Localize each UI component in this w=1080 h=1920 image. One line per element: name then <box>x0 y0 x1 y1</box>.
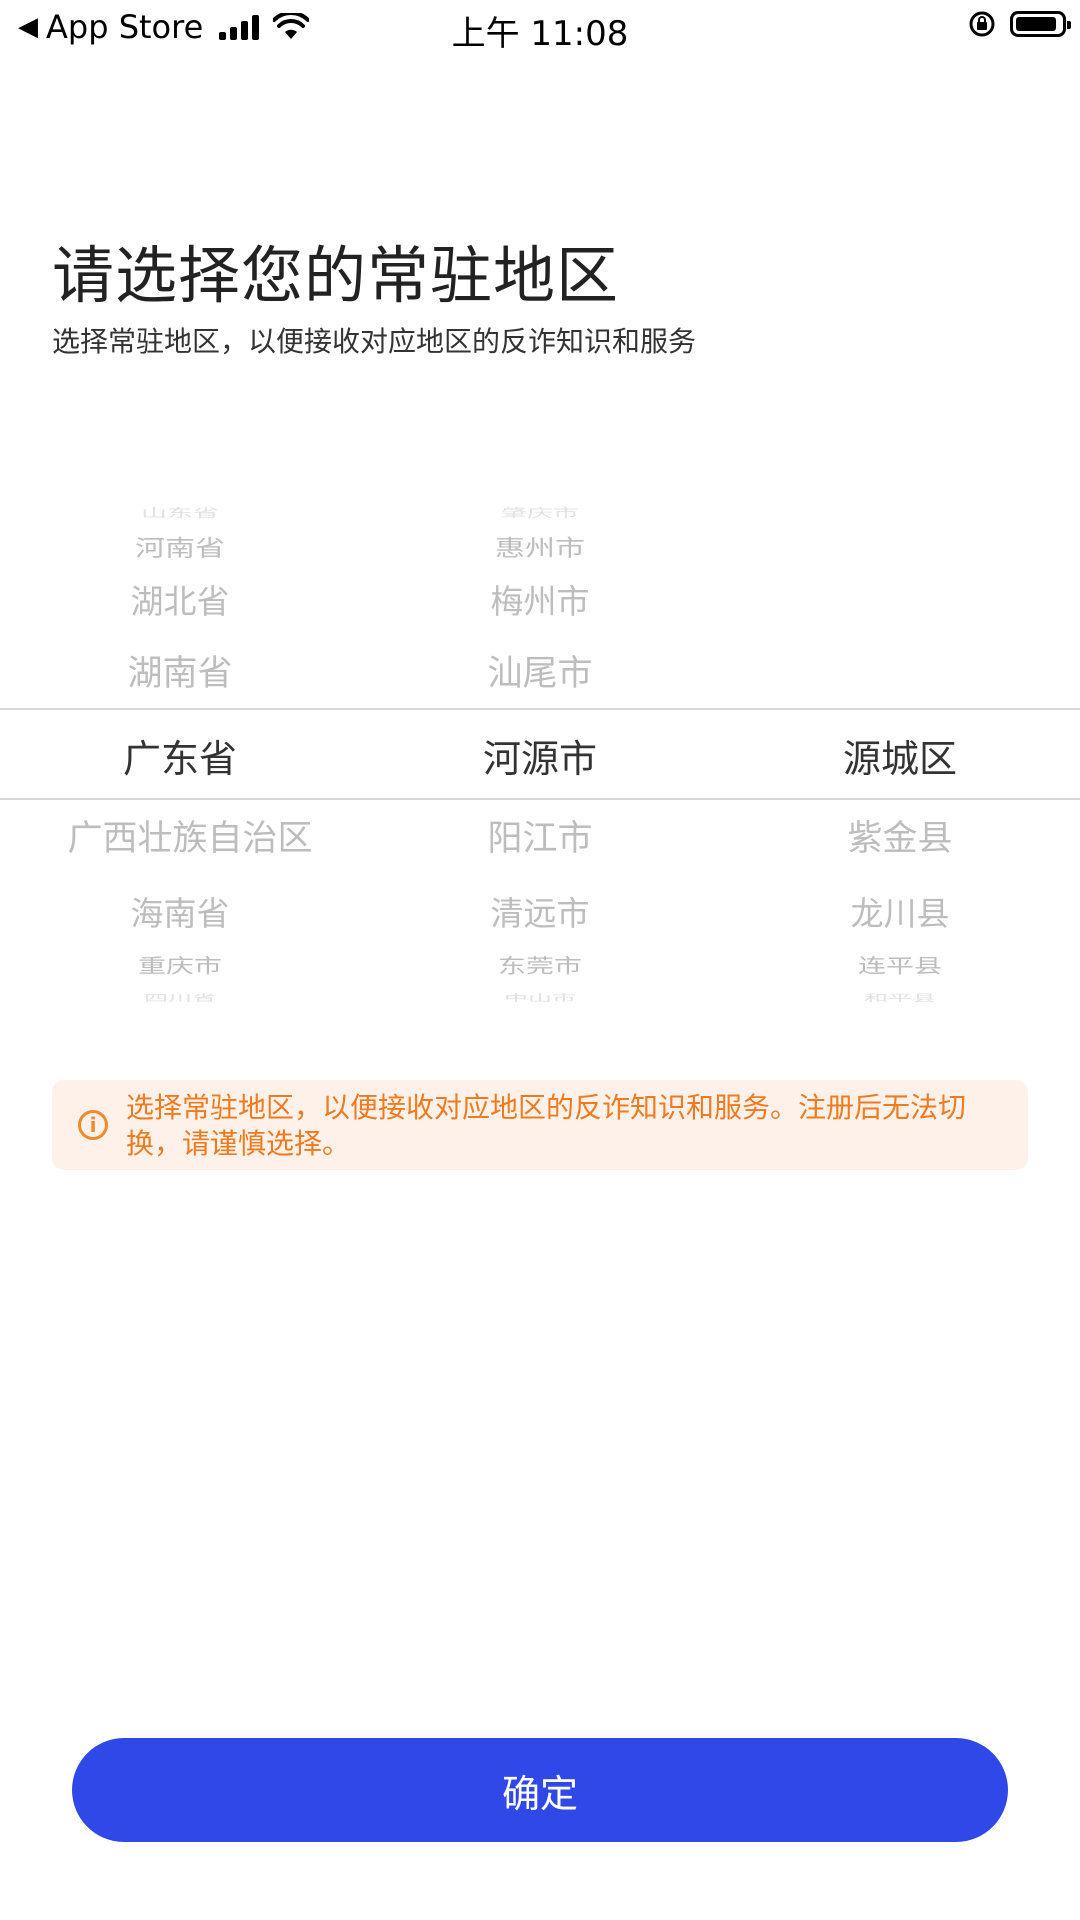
notice-banner: i 选择常驻地区，以便接收对应地区的反诈知识和服务。注册后无法切换，请谨慎选择。 <box>52 1080 1028 1170</box>
city-option[interactable]: 东莞市 <box>360 951 720 979</box>
province-option[interactable]: 重庆市 <box>0 951 360 979</box>
district-option[interactable]: 和平县 <box>720 991 1080 1002</box>
info-icon: i <box>78 1110 108 1140</box>
district-option[interactable]: 紫金县 <box>720 810 1080 861</box>
province-option[interactable]: 山东省 <box>0 504 360 521</box>
status-right <box>968 10 1071 38</box>
city-option[interactable]: 清远市 <box>360 887 720 935</box>
district-option[interactable]: 龙川县 <box>720 887 1080 935</box>
province-option[interactable]: 湖北省 <box>0 575 360 623</box>
province-selected[interactable]: 广东省 <box>0 728 360 783</box>
notice-text: 选择常驻地区，以便接收对应地区的反诈知识和服务。注册后无法切换，请谨慎选择。 <box>126 1091 967 1160</box>
province-column[interactable]: 山东省 河南省 湖北省 湖南省 广东省 广西壮族自治区 海南省 重庆市 四川省 <box>0 490 360 1002</box>
city-option[interactable]: 梅州市 <box>360 575 720 623</box>
battery-icon <box>1010 11 1071 37</box>
page-subtitle: 选择常驻地区，以便接收对应地区的反诈知识和服务 <box>52 325 697 358</box>
province-option[interactable]: 湖南省 <box>0 645 360 696</box>
region-picker[interactable]: 山东省 河南省 湖北省 湖南省 广东省 广西壮族自治区 海南省 重庆市 四川省 … <box>0 490 1080 1002</box>
district-option[interactable]: 连平县 <box>720 951 1080 979</box>
city-option[interactable]: 肇庆市 <box>360 504 720 521</box>
city-option[interactable]: 中山市 <box>360 991 720 1002</box>
province-option[interactable]: 广西壮族自治区 <box>10 810 370 861</box>
district-selected[interactable]: 源城区 <box>720 728 1080 783</box>
status-bar: ◀ App Store 上午 11:08 <box>0 0 1080 56</box>
status-time: 上午 11:08 <box>451 14 629 54</box>
city-column[interactable]: 肇庆市 惠州市 梅州市 汕尾市 河源市 阳江市 清远市 东莞市 中山市 <box>360 490 720 1002</box>
page-title: 请选择您的常驻地区 <box>52 239 620 312</box>
city-option[interactable]: 惠州市 <box>360 530 720 563</box>
province-option[interactable]: 海南省 <box>0 887 360 935</box>
confirm-button[interactable]: 确定 <box>72 1738 1008 1842</box>
province-option[interactable]: 四川省 <box>0 991 360 1002</box>
city-option[interactable]: 汕尾市 <box>360 645 720 696</box>
province-option[interactable]: 河南省 <box>0 530 360 563</box>
district-column[interactable]: 源城区 紫金县 龙川县 连平县 和平县 <box>720 490 1080 1002</box>
city-selected[interactable]: 河源市 <box>360 728 720 783</box>
orientation-lock-icon <box>969 11 995 37</box>
city-option[interactable]: 阳江市 <box>360 810 720 861</box>
